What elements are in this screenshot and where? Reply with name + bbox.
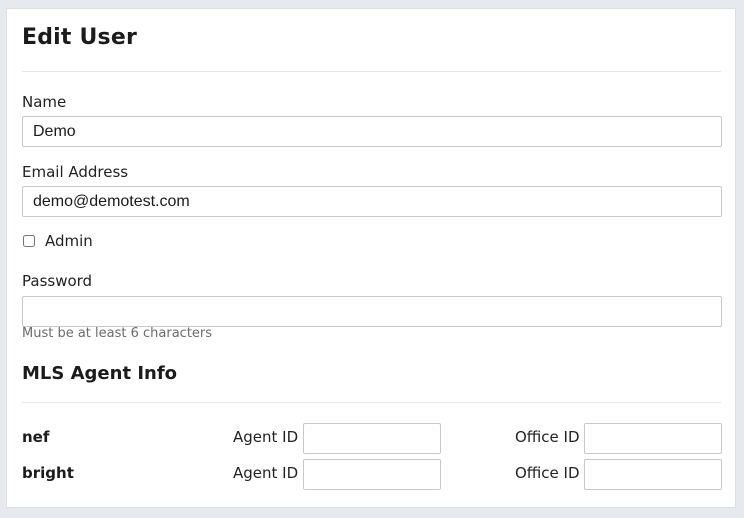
mls-row-bright: bright Agent ID Office ID	[7, 459, 737, 491]
office-id-label: Office ID	[515, 464, 580, 482]
agent-id-label: Agent ID	[233, 464, 299, 482]
mls-name: nef	[22, 428, 50, 446]
admin-checkbox[interactable]	[23, 235, 35, 247]
password-label: Password	[22, 272, 93, 290]
name-input[interactable]	[22, 116, 722, 147]
agent-id-label: Agent ID	[233, 428, 299, 446]
mls-section-title: MLS Agent Info	[22, 363, 178, 384]
nef-agent-id-input[interactable]	[303, 423, 441, 454]
edit-user-card: Edit User Name Email Address Admin Passw…	[6, 8, 736, 508]
email-input[interactable]	[22, 186, 722, 217]
mls-divider	[22, 402, 721, 403]
page-title: Edit User	[22, 25, 138, 50]
mls-row-nef: nef Agent ID Office ID	[7, 423, 737, 455]
name-label: Name	[22, 93, 67, 111]
email-label: Email Address	[22, 163, 129, 181]
nef-office-id-input[interactable]	[584, 423, 722, 454]
bright-agent-id-input[interactable]	[303, 459, 441, 490]
header-divider	[22, 71, 721, 72]
password-help-text: Must be at least 6 characters	[22, 326, 213, 341]
admin-label: Admin	[45, 232, 93, 250]
password-input[interactable]	[22, 296, 722, 327]
bright-office-id-input[interactable]	[584, 459, 722, 490]
mls-name: bright	[22, 464, 74, 482]
office-id-label: Office ID	[515, 428, 580, 446]
